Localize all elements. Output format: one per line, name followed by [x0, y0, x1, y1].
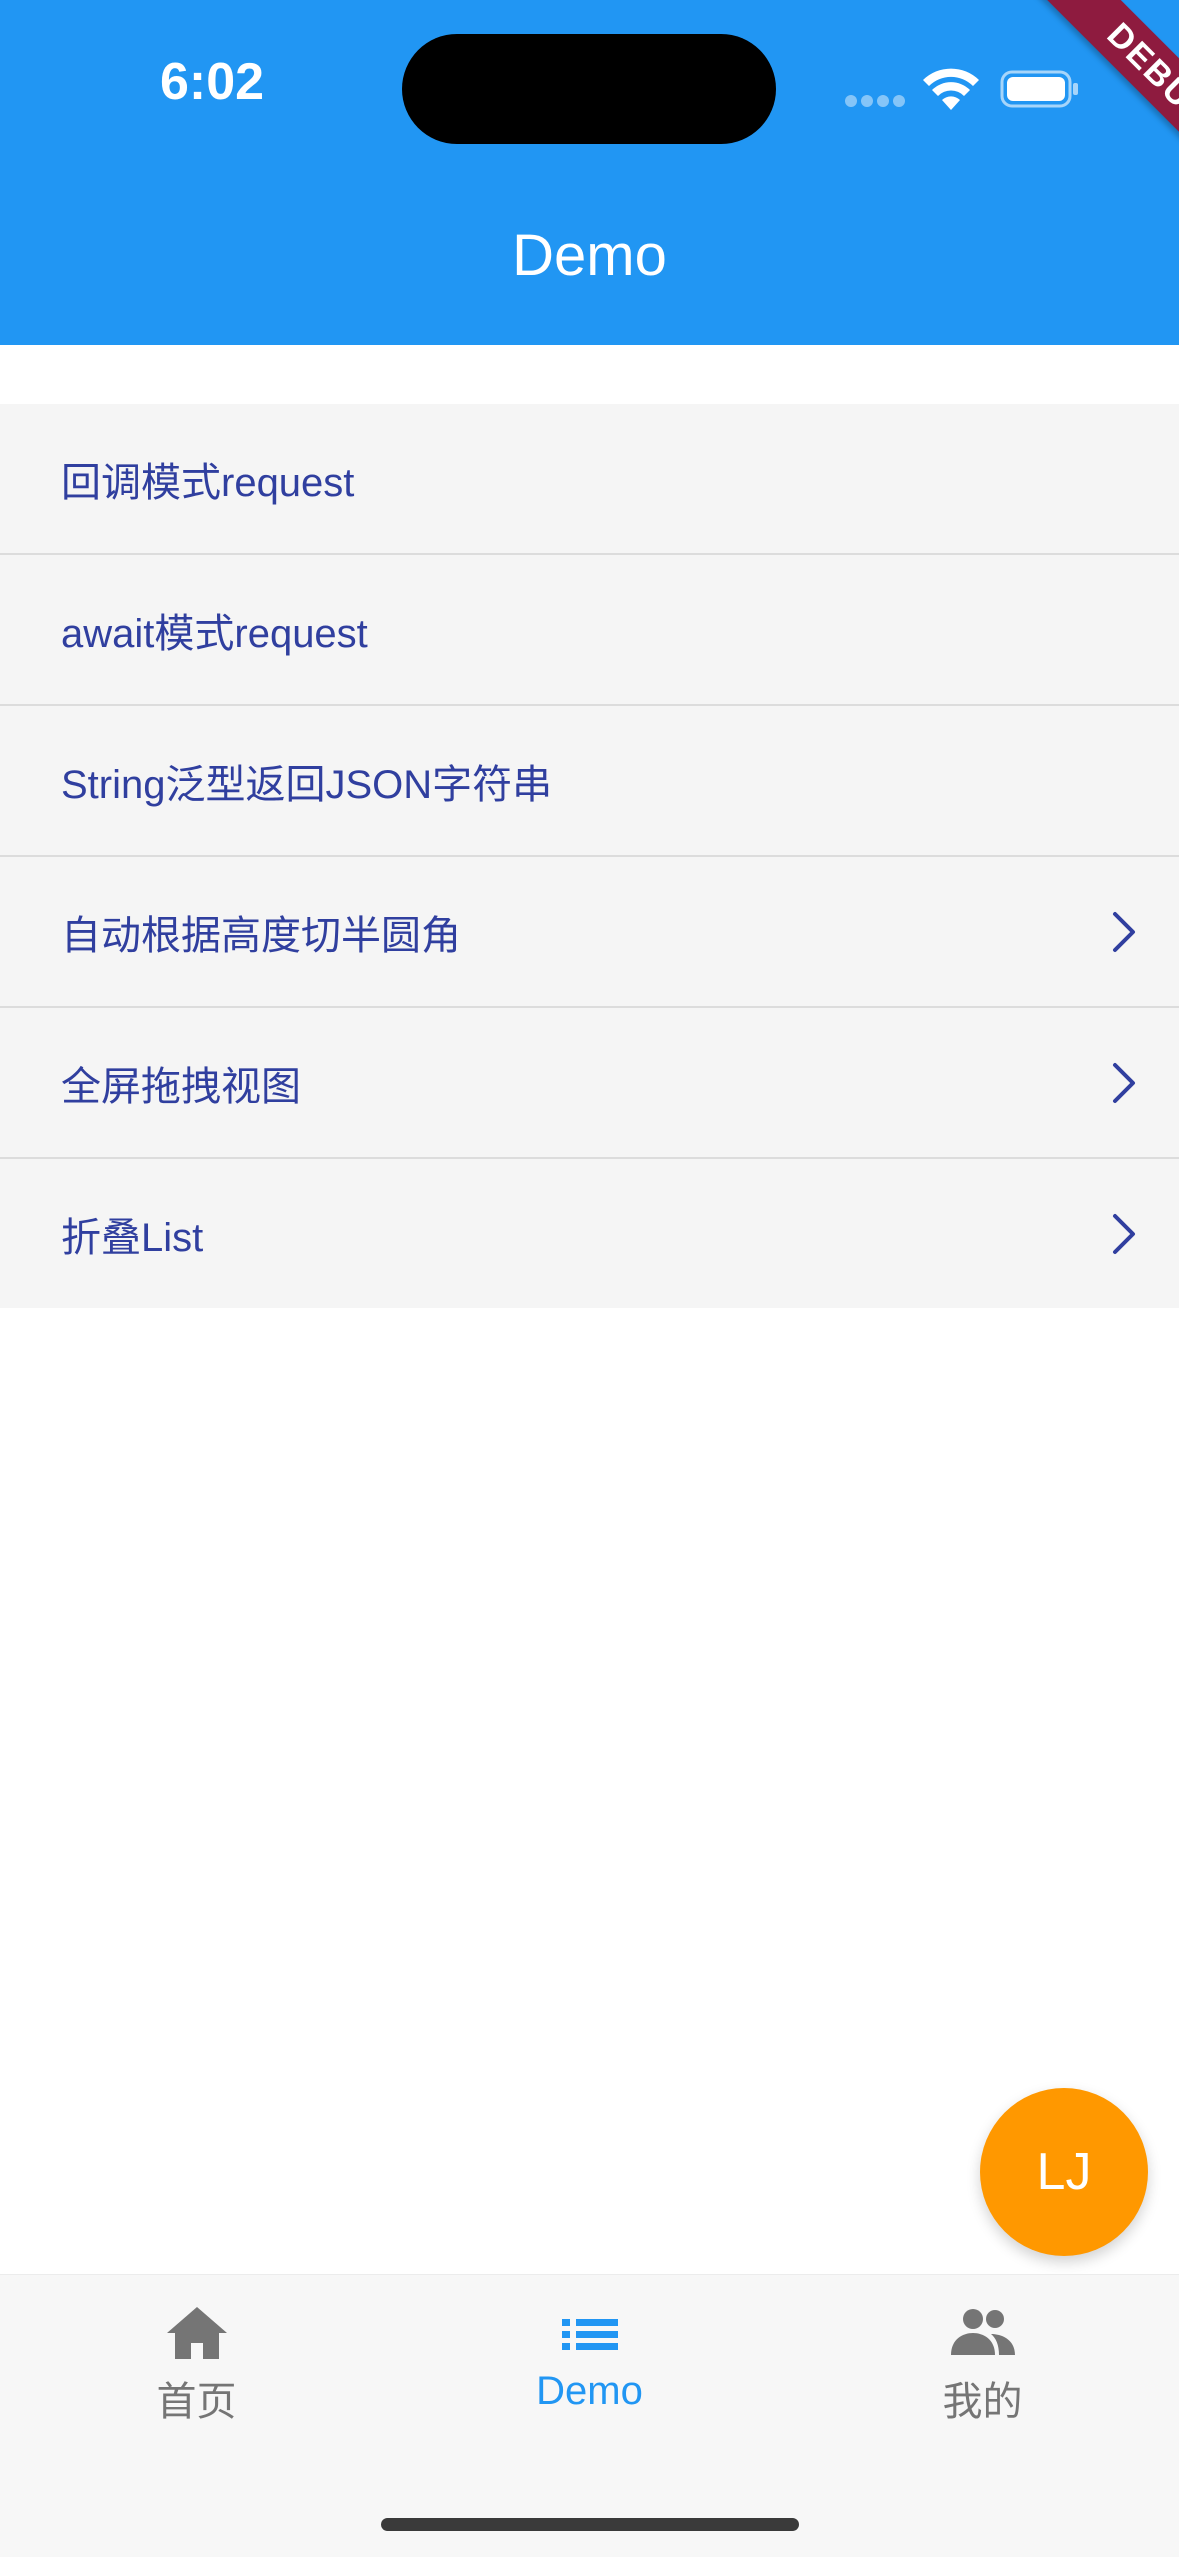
demo-list: 回调模式request await模式request String泛型返回JSO…	[0, 404, 1179, 1308]
list-item-label: 自动根据高度切半圆角	[61, 913, 461, 958]
list-item-label: await模式request	[61, 611, 368, 656]
list-item-string-json[interactable]: String泛型返回JSON字符串	[0, 706, 1179, 857]
list-icon	[561, 2319, 618, 2350]
list-item-label: 全屏拖拽视图	[61, 1064, 301, 1109]
bottom-nav: 首页 Demo 我的	[0, 2274, 1179, 2557]
list-item-collapse-list[interactable]: 折叠List	[0, 1159, 1179, 1308]
nav-item-demo[interactable]: Demo	[393, 2305, 786, 2445]
nav-item-mine[interactable]: 我的	[786, 2305, 1179, 2445]
page-title: Demo	[512, 223, 667, 288]
chevron-right-icon	[1113, 911, 1135, 952]
list-item-label: 回调模式request	[61, 460, 355, 505]
list-item-fullscreen-drag[interactable]: 全屏拖拽视图	[0, 1008, 1179, 1159]
app-bar: 6:02 DEBUG Demo	[0, 0, 1179, 345]
dynamic-island	[402, 34, 776, 144]
status-time: 6:02	[160, 53, 265, 111]
nav-label: 首页	[156, 2380, 237, 2424]
nav-label: 我的	[942, 2380, 1023, 2424]
fab-button[interactable]: LJ	[980, 2088, 1148, 2256]
people-icon	[950, 2309, 1015, 2355]
nav-label: Demo	[536, 2369, 643, 2413]
nav-item-home[interactable]: 首页	[0, 2305, 393, 2445]
list-item-await-request[interactable]: await模式request	[0, 555, 1179, 706]
chevron-right-icon	[1113, 1213, 1135, 1254]
list-item-auto-half-radius[interactable]: 自动根据高度切半圆角	[0, 857, 1179, 1008]
wifi-icon	[923, 68, 979, 110]
list-item-callback-request[interactable]: 回调模式request	[0, 404, 1179, 555]
list-item-label: String泛型返回JSON字符串	[61, 762, 553, 807]
battery-icon	[1000, 70, 1078, 108]
chevron-right-icon	[1113, 1062, 1135, 1103]
home-icon	[166, 2307, 227, 2359]
cellular-signal-icon	[845, 95, 905, 107]
home-indicator[interactable]	[381, 2518, 799, 2531]
list-item-label: 折叠List	[61, 1215, 204, 1260]
